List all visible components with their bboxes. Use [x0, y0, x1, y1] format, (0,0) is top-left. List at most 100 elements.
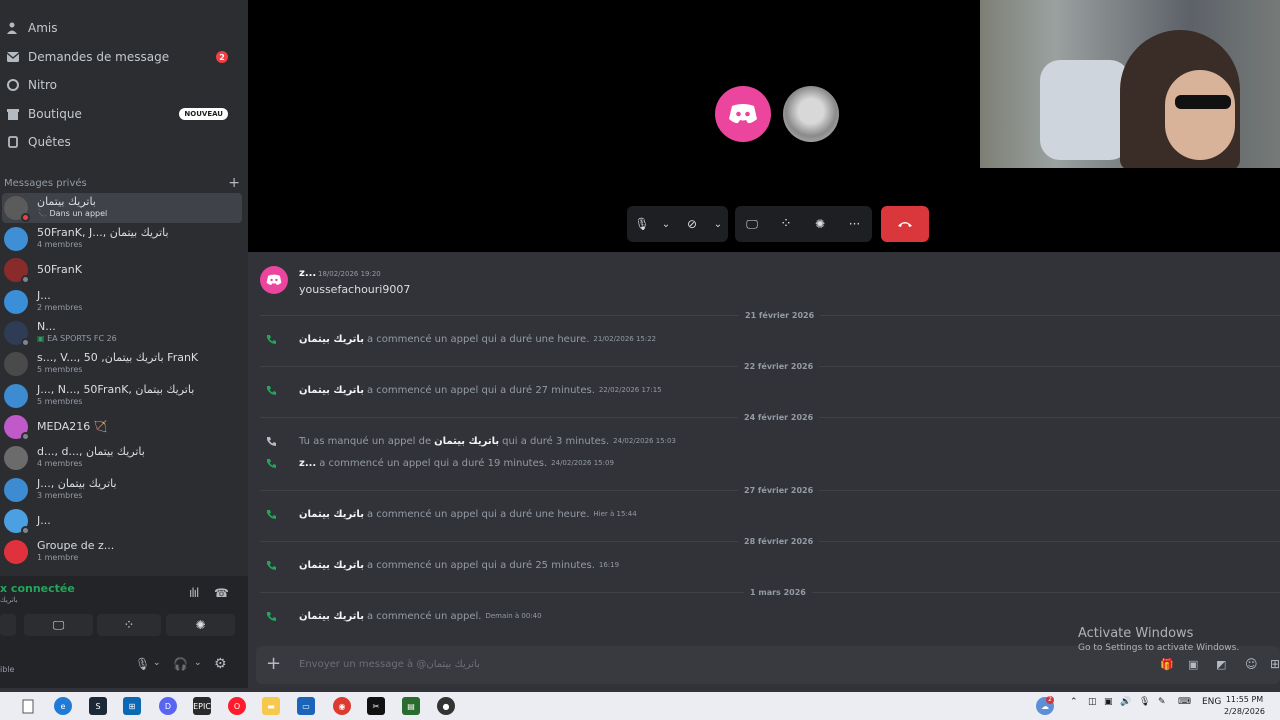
clock[interactable]: 11:55 PM 2/28/2026 — [1224, 694, 1265, 718]
event-actor[interactable]: باتريك بيتمان — [299, 509, 364, 520]
discord-icon[interactable]: D — [159, 697, 177, 715]
nav-shop-label: Boutique — [28, 107, 82, 121]
file-explorer-icon[interactable]: ▬ — [262, 697, 280, 715]
message-author[interactable]: z... — [299, 268, 316, 279]
nav-message-requests-label: Demandes de message — [28, 50, 170, 64]
headset-icon[interactable]: 🎧 — [173, 657, 188, 671]
event-actor[interactable]: باتريك بيتمان — [299, 334, 364, 345]
event-text: a commencé un appel qui a duré 25 minute… — [366, 559, 595, 571]
network-icon[interactable]: ▣ — [1104, 697, 1113, 707]
emoji-icon[interactable]: ☺ — [1245, 657, 1258, 671]
message-avatar[interactable] — [260, 266, 288, 294]
event-actor[interactable]: z... — [299, 458, 316, 469]
activate-windows-watermark: Activate Windows Go to Settings to activ… — [1078, 626, 1239, 653]
hang-up-button[interactable] — [881, 206, 929, 242]
nitro-icon — [6, 78, 20, 92]
nav-quests[interactable]: Quêtes — [0, 128, 244, 156]
call-event: باتريك بيتمان a commencé un appel qui a d… — [266, 507, 1266, 521]
dm-item[interactable]: 50FranK — [2, 255, 242, 285]
soundboard-button[interactable]: ✺ — [803, 206, 837, 242]
nav-quests-label: Quêtes — [28, 135, 71, 149]
chevron-down-icon[interactable]: ⌄ — [194, 658, 202, 668]
obs-icon[interactable]: ● — [437, 697, 455, 715]
dm-sub: 1 membre — [37, 553, 79, 562]
chevron-down-icon[interactable]: ⌄ — [153, 658, 161, 668]
pen-icon[interactable]: ✎ — [1158, 697, 1166, 707]
caller-avatar[interactable] — [715, 86, 771, 142]
dm-item[interactable]: J..., N..., 50FranK, باتريك بيتمان 5 memb… — [2, 381, 242, 411]
camera-button[interactable] — [0, 614, 16, 636]
volume-icon[interactable]: 🔊 — [1120, 697, 1131, 707]
chevron-up-icon[interactable]: ⌃ — [1070, 697, 1078, 707]
webcam-feed[interactable] — [980, 0, 1280, 168]
activate-windows-title: Activate Windows — [1078, 626, 1194, 641]
store-icon[interactable]: ⊞ — [123, 697, 141, 715]
add-dm-button[interactable]: + — [228, 175, 240, 191]
activities-button[interactable]: ⁘ — [97, 614, 161, 636]
dm-item[interactable]: Groupe de z... 1 membre — [2, 537, 242, 567]
dm-item[interactable]: J... — [2, 506, 242, 536]
chrome-icon[interactable]: ◉ — [333, 697, 351, 715]
event-actor[interactable]: باتريك بيتمان — [299, 560, 364, 571]
file-icon[interactable] — [19, 697, 37, 715]
microphone-icon: 🎙 — [634, 217, 650, 231]
tray-app-icon[interactable]: ◫ — [1088, 697, 1097, 707]
nav-nitro[interactable]: Nitro — [0, 71, 244, 99]
microphone-icon[interactable]: 🎙 — [135, 657, 150, 671]
dm-item[interactable]: باتريك بيتمان 📞 Dans un appel — [2, 193, 242, 223]
mute-button[interactable]: 🎙 — [627, 206, 657, 242]
soundboard-button[interactable]: ✺ — [166, 614, 235, 636]
gif-icon[interactable]: ▣ — [1188, 658, 1198, 671]
composer-placeholder[interactable]: Envoyer un message à @باتريك بيتمان — [299, 659, 480, 670]
epic-games-icon[interactable]: EPIC — [193, 697, 211, 715]
microphone-tray-icon[interactable]: 🎙 — [1139, 697, 1150, 707]
nav-friends[interactable]: Amis — [0, 14, 244, 42]
app-icon[interactable]: ▭ — [297, 697, 315, 715]
opera-icon[interactable]: O — [228, 697, 246, 715]
video-toggle-button[interactable]: ⊘ — [675, 206, 709, 242]
video-options-chevron[interactable]: ⌄ — [709, 206, 727, 242]
language-indicator[interactable]: ENG — [1202, 697, 1221, 707]
event-text: a commencé un appel. — [366, 610, 482, 622]
dm-item[interactable]: s..., V..., 50 ,باتريك بيتمان FranK 5 mem… — [2, 349, 242, 379]
avatar — [4, 196, 30, 222]
edge-icon[interactable]: e — [54, 697, 72, 715]
dm-item[interactable]: N... ▣ EA SPORTS FC 26 — [2, 318, 242, 348]
dm-sub: 4 membres — [37, 240, 83, 249]
participant-avatar[interactable] — [783, 86, 839, 142]
dm-item[interactable]: MEDA216 🏹 — [2, 412, 242, 442]
noise-suppression-icon[interactable]: ılıl — [189, 586, 199, 600]
attach-plus-icon[interactable]: + — [266, 654, 281, 674]
dm-item[interactable]: 50FranK, J..., باتريك بيتمان 4 membres — [2, 224, 242, 254]
mic-options-chevron[interactable]: ⌄ — [657, 206, 675, 242]
game-icon: ▣ — [37, 334, 45, 343]
nav-shop[interactable]: Boutique NOUVEAU — [0, 100, 244, 128]
event-actor[interactable]: باتريك بيتمان — [434, 436, 499, 447]
settings-gear-icon[interactable]: ⚙ — [214, 656, 227, 672]
steam-icon[interactable]: S — [89, 697, 107, 715]
nav-message-requests[interactable]: Demandes de message 2 — [0, 43, 244, 71]
monitor-app-icon[interactable]: ▤ — [402, 697, 420, 715]
event-actor[interactable]: باتريك بيتمان — [299, 611, 364, 622]
dm-item[interactable]: d..., d..., باتريك بيتمان 4 membres — [2, 443, 242, 473]
apps-icon[interactable]: ⊞ — [1270, 657, 1280, 671]
nav-nitro-label: Nitro — [28, 78, 58, 92]
discord-logo-icon — [266, 274, 282, 285]
gift-icon[interactable]: 🎁 — [1160, 658, 1174, 671]
quests-icon — [6, 135, 20, 149]
capcut-icon[interactable]: ✂ — [367, 697, 385, 715]
dm-name: s..., V..., 50 ,باتريك بيتمان FranK — [37, 351, 199, 364]
more-options-button[interactable]: ··· — [837, 206, 872, 242]
chevron-down-icon: ⌄ — [661, 218, 671, 230]
activities-button[interactable]: ⁘ — [769, 206, 803, 242]
disconnect-icon[interactable]: ☎ — [214, 586, 229, 600]
event-actor[interactable]: باتريك بيتمان — [299, 385, 364, 396]
dm-item[interactable]: J... 2 membres — [2, 287, 242, 317]
hang-up-icon — [898, 222, 912, 227]
keyboard-icon[interactable]: ⌨ — [1178, 697, 1191, 707]
screen-share-button[interactable]: 🖵 — [24, 614, 93, 636]
screen-share-button[interactable]: 🖵 — [735, 206, 769, 242]
sticker-icon[interactable]: ◩ — [1216, 658, 1226, 671]
dm-item[interactable]: J..., باتريك بيتمان 3 membres — [2, 475, 242, 505]
phone-icon — [266, 334, 280, 345]
